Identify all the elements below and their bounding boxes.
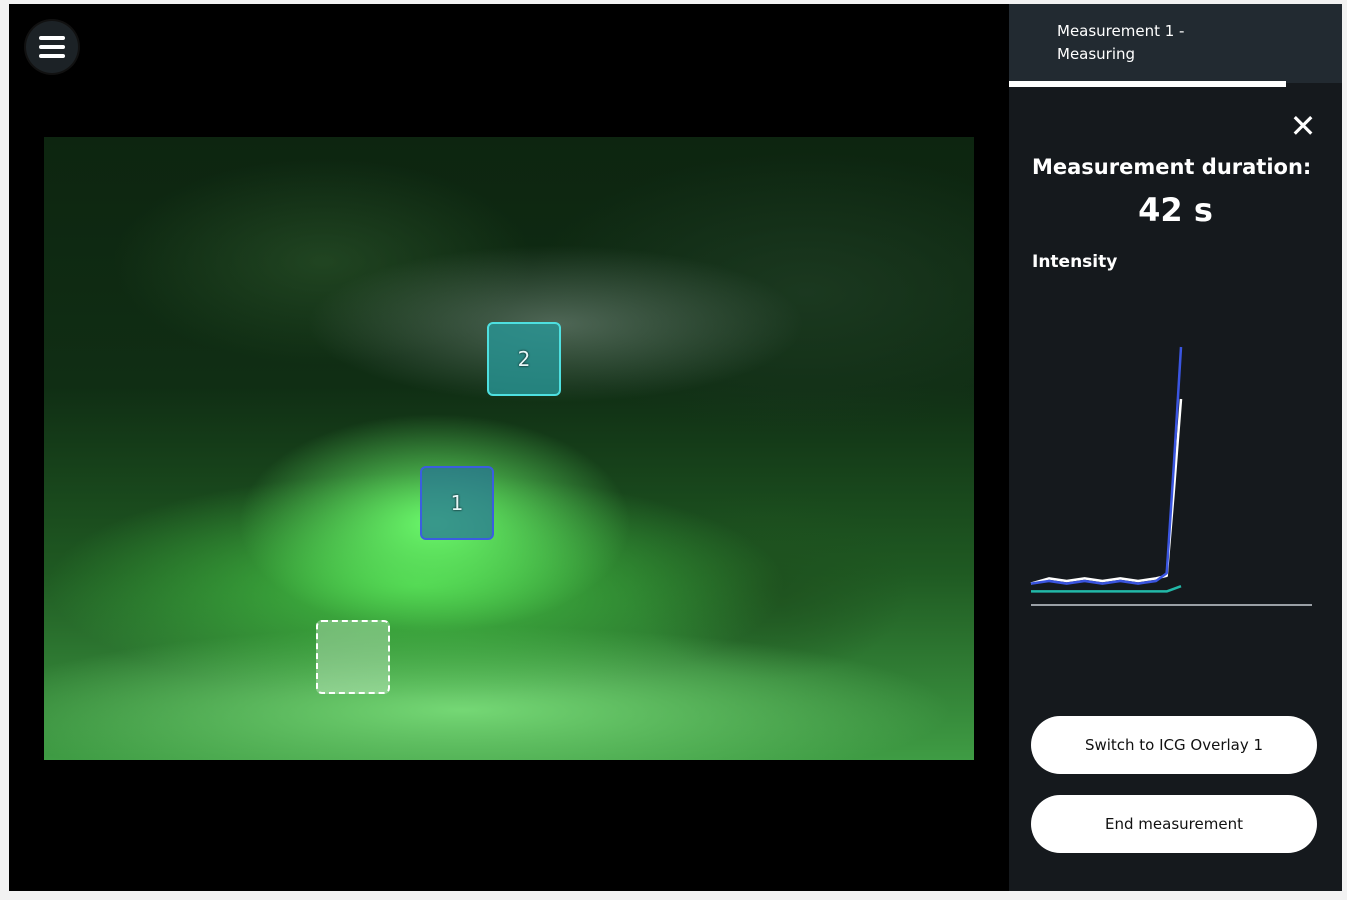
intensity-chart — [1030, 346, 1312, 606]
switch-icg-overlay-button[interactable]: Switch to ICG Overlay 1 — [1031, 716, 1317, 774]
intensity-series-line — [1031, 585, 1182, 593]
app-window: 2 1 Measurement 1 - Measuring ✕ Measurem… — [9, 4, 1342, 891]
roi-label: 1 — [450, 491, 464, 515]
hamburger-icon — [39, 45, 65, 49]
sidebar-header: Measurement 1 - Measuring — [1009, 4, 1342, 87]
intensity-label: Intensity — [1032, 252, 1118, 272]
end-measurement-button[interactable]: End measurement — [1031, 795, 1317, 853]
active-tab-indicator — [1009, 81, 1286, 87]
hamburger-icon — [39, 36, 65, 40]
roi-box-placeholder[interactable] — [316, 620, 390, 694]
roi-box-2[interactable]: 2 — [487, 322, 561, 396]
close-icon[interactable]: ✕ — [1285, 108, 1321, 144]
intensity-series-line — [1030, 346, 1183, 585]
tab-measurement-1[interactable]: Measurement 1 - Measuring — [1057, 20, 1257, 66]
duration-label: Measurement duration: — [1032, 155, 1312, 179]
measurement-sidebar: Measurement 1 - Measuring ✕ Measurement … — [1009, 4, 1342, 891]
roi-label: 2 — [517, 347, 531, 371]
roi-box-1[interactable]: 1 — [420, 466, 494, 540]
intensity-series-line — [1030, 398, 1183, 585]
hamburger-icon — [39, 54, 65, 58]
menu-button[interactable] — [26, 21, 78, 73]
duration-value: 42 s — [1138, 191, 1213, 229]
fluorescence-camera-view[interactable]: 2 1 — [44, 137, 974, 760]
